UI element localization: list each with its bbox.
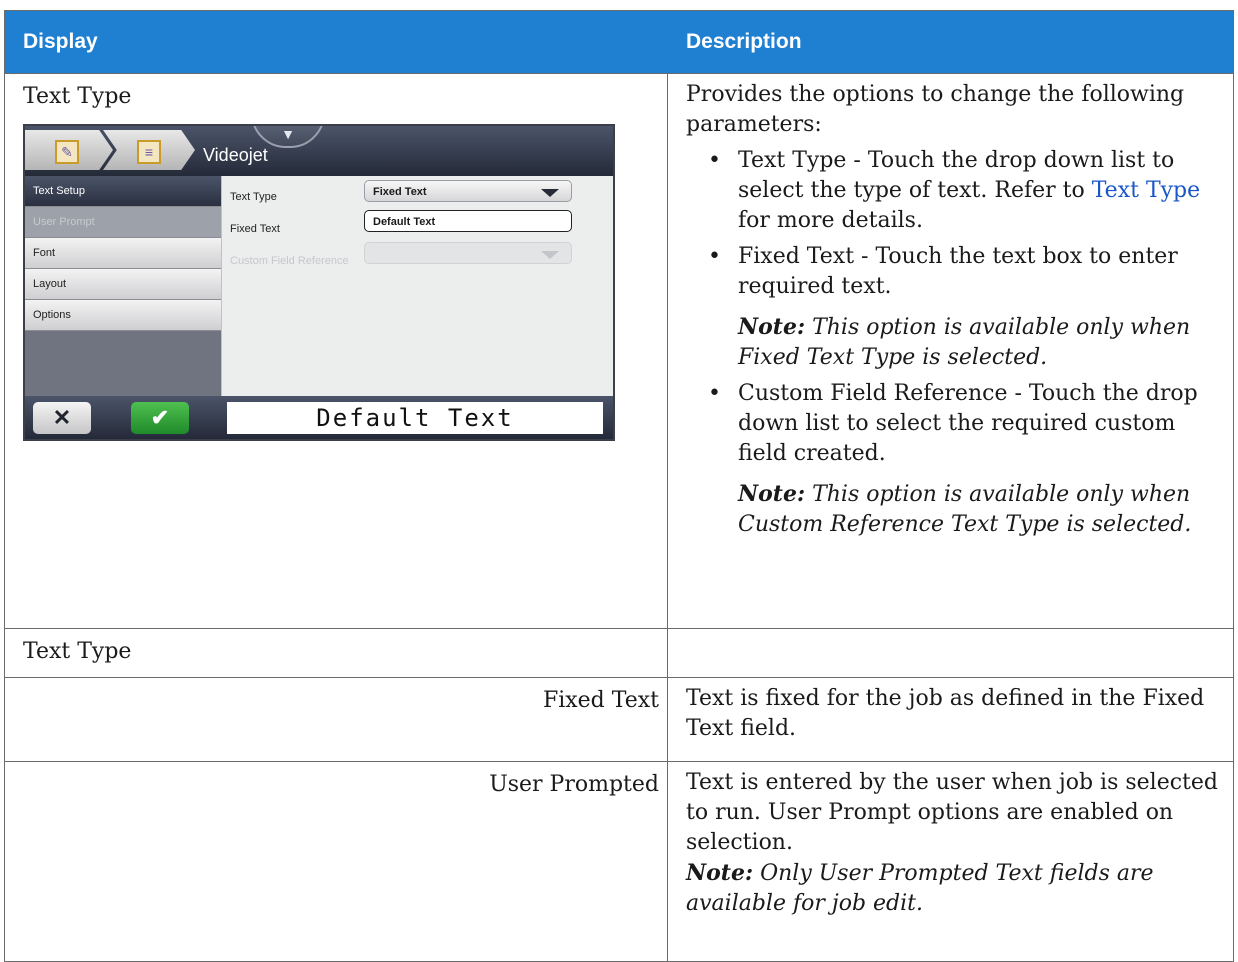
note-text: This option is available only when Fixed… — [738, 315, 1191, 370]
display-cell: User Prompted — [4, 761, 668, 962]
sidebar-item-font[interactable]: Font — [25, 238, 221, 269]
confirm-button[interactable]: ✔ — [131, 402, 189, 434]
note-label: Note: — [738, 481, 806, 507]
check-icon: ✔ — [150, 405, 170, 430]
table-row: User Prompted Text is entered by the use… — [4, 761, 1234, 962]
display-cell: Text Type — [4, 628, 668, 678]
list-item: Text Type - Touch the drop down list to … — [708, 146, 1225, 236]
custom-field-reference-dropdown — [364, 242, 572, 264]
note-label: Note: — [686, 860, 754, 886]
note: Note: This option is available only when… — [738, 479, 1225, 540]
fixed-text-value: Default Text — [373, 216, 436, 228]
breadcrumb-document[interactable]: ≡ — [103, 130, 195, 170]
dropdown-caret-icon — [541, 189, 559, 197]
text-type-label: Text Type — [230, 191, 277, 203]
text-preview: Default Text — [227, 402, 603, 434]
bullet-text: for more details. — [738, 208, 923, 233]
fixed-text-input[interactable]: Default Text — [364, 210, 572, 232]
display-title: Text Type — [23, 84, 132, 109]
note-text: Only User Prompted Text fields are avail… — [686, 861, 1154, 916]
sidebar-item-text-setup[interactable]: Text Setup — [25, 176, 221, 207]
sidebar-item-layout[interactable]: Layout — [25, 269, 221, 300]
bullet-text: Custom Field Reference - Touch the drop … — [738, 381, 1198, 466]
dropdown-caret-icon — [541, 251, 559, 259]
text-type-dropdown[interactable]: Fixed Text — [364, 180, 572, 202]
table-row: Text Type — [4, 628, 1234, 678]
table-row: Fixed Text Text is fixed for the job as … — [4, 677, 1234, 762]
description-cell: Text is entered by the user when job is … — [667, 761, 1234, 962]
device-screenshot: ✎ ≡ Videojet ▼ Text Setup User Prompt Fo… — [23, 124, 615, 441]
table-header-row: Display Description — [4, 10, 1234, 74]
breadcrumb-edit[interactable]: ✎ — [25, 130, 113, 170]
header-display: Display — [4, 10, 668, 74]
screen-title: Videojet — [203, 145, 268, 165]
text-type-value: Fixed Text — [373, 186, 427, 198]
description-cell: Text is fixed for the job as defined in … — [667, 677, 1234, 762]
description-cell: Provides the options to change the follo… — [667, 73, 1234, 629]
sidebar-item-user-prompt: User Prompt — [25, 207, 221, 238]
description-cell — [667, 628, 1234, 678]
header-description: Description — [667, 10, 1234, 74]
bullet-text: Fixed Text - Touch the text box to enter… — [738, 244, 1178, 299]
description-text: Text is entered by the user when job is … — [686, 770, 1218, 855]
note: Note: This option is available only when… — [738, 312, 1225, 373]
parameter-table: Display Description Text Type ✎ ≡ Videoj… — [4, 10, 1234, 962]
table-row: Text Type ✎ ≡ Videojet ▼ Text Setup User… — [4, 73, 1234, 629]
display-cell: Text Type ✎ ≡ Videojet ▼ Text Setup User… — [4, 73, 668, 629]
list-item: Custom Field Reference - Touch the drop … — [708, 379, 1225, 540]
description-intro: Provides the options to change the follo… — [686, 82, 1185, 137]
cancel-button[interactable]: ✕ — [33, 402, 91, 434]
sidebar-item-options[interactable]: Options — [25, 300, 221, 331]
custom-field-reference-label: Custom Field Reference — [230, 255, 349, 267]
document-icon: ≡ — [137, 140, 161, 164]
screen-header: ✎ ≡ Videojet ▼ — [25, 126, 613, 176]
note-text: This option is available only when Custo… — [738, 482, 1192, 537]
text-type-link[interactable]: Text Type — [1092, 178, 1200, 203]
display-cell: Fixed Text — [4, 677, 668, 762]
fixed-text-label: Fixed Text — [230, 223, 280, 235]
note-label: Note: — [738, 314, 806, 340]
close-icon: ✕ — [52, 405, 72, 430]
screen-sidebar: Text Setup User Prompt Font Layout Optio… — [25, 176, 221, 396]
note: Note: Only User Prompted Text fields are… — [686, 858, 1225, 919]
list-item: Fixed Text - Touch the text box to enter… — [708, 242, 1225, 373]
edit-document-icon: ✎ — [55, 140, 79, 164]
screen-footer: ✕ ✔ Default Text — [25, 396, 613, 439]
parameter-list: Text Type - Touch the drop down list to … — [686, 146, 1225, 540]
screen-form: Text Type Fixed Text Fixed Text Default … — [221, 176, 613, 396]
